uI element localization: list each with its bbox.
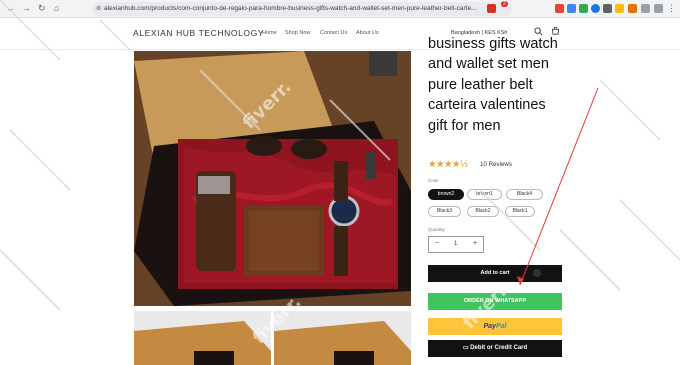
swatch-black1[interactable]: Black1 [505,206,535,217]
debit-credit-card-button[interactable]: ▭ Debit or Credit Card [428,340,562,357]
extension-icon[interactable] [579,4,588,13]
quantity-increase-button[interactable]: + [473,240,477,247]
menu-item-contact-us[interactable]: Contact Us [320,30,347,36]
color-label: Color [428,178,439,183]
forward-icon[interactable]: → [22,3,31,13]
product-thumbnail[interactable] [134,311,271,365]
paypal-logo-pal: Pal [495,323,507,330]
swatch-black4[interactable]: Black4 [506,189,543,200]
extension-icon[interactable] [628,4,637,13]
watermark-text: fiverr. [0,307,35,364]
product-title-line: pure leather belt [428,76,533,93]
extension-icon[interactable] [654,4,663,13]
swatch-brown1[interactable]: brown1 [467,189,502,200]
menu-item-about-us[interactable]: About Us [356,30,379,36]
add-to-cart-button[interactable]: Add to cart [428,265,562,282]
extension-icon[interactable] [487,4,496,13]
address-bar[interactable]: ⚙ alexianhub.com/products/com-conjunto-d… [92,2,512,16]
credit-card-icon: ▭ [462,345,469,351]
back-icon[interactable]: ← [6,3,15,13]
extension-badge: 2 [501,1,508,7]
reload-icon[interactable]: ↻ [38,3,46,14]
product-main-image[interactable] [134,51,411,306]
watermark-text: fiverr. [29,87,86,144]
swatch-black3[interactable]: Black3 [428,206,461,217]
menu-dots-icon[interactable]: ⋮ [667,3,676,14]
card-button-label: Debit or Credit Card [470,345,528,351]
quantity-stepper: − 1 + [428,236,484,253]
swatch-black2[interactable]: Black2 [467,206,499,217]
extension-icon[interactable] [641,4,650,13]
paypal-button[interactable]: PayPal [428,318,562,335]
quantity-input[interactable]: 1 [454,241,457,247]
quantity-decrease-button[interactable]: − [435,240,439,247]
swatch-brown2[interactable]: brown2 [428,189,464,200]
product-title-line: gift for men [428,117,501,134]
reviews-count[interactable]: 10 Reviews [480,161,512,168]
extension-icon[interactable] [591,4,600,13]
extension-icon[interactable] [567,4,576,13]
product-title-line: carteira valentines [428,97,546,114]
add-to-cart-label: Add to cart [480,270,510,276]
extension-icon[interactable] [615,4,624,13]
product-thumbnail[interactable] [274,311,411,365]
rating-stars: ★★★★½ [428,159,468,170]
site-header: ALEXIAN HUB TECHNOLOGY Home Shop Now Con… [0,18,680,50]
product-title-line: business gifts watch [428,36,558,52]
menu-item-shop-now[interactable]: Shop Now [285,30,310,36]
quantity-label: Quantity [428,227,445,232]
extension-icon[interactable] [603,4,612,13]
product-title: business gifts watch and wallet set men … [428,34,578,136]
browser-toolbar: ← → ↻ ⌂ ⚙ alexianhub.com/products/com-co… [0,0,680,18]
product-title-line: and wallet set men [428,56,549,73]
extension-icon[interactable] [555,4,564,13]
url-text: alexianhub.com/products/com-conjunto-de-… [104,5,477,12]
menu-item-home[interactable]: Home [262,30,277,36]
paypal-logo-pay: Pay [483,323,496,330]
brand-logo[interactable]: ALEXIAN HUB TECHNOLOGY [133,28,264,38]
site-info-icon[interactable]: ⚙ [96,2,101,16]
whatsapp-button-label: ORDER ON WHATSAPP [463,298,527,304]
home-icon[interactable]: ⌂ [54,3,59,13]
order-on-whatsapp-button[interactable]: ORDER ON WHATSAPP [428,293,562,310]
